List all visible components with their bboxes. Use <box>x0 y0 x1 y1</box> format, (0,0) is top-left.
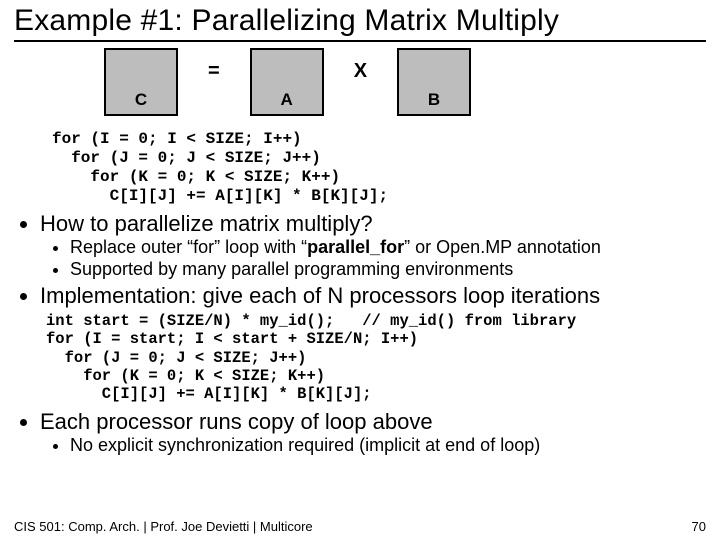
code-block-serial: for (I = 0; I < SIZE; I++) for (J = 0; J… <box>52 130 706 206</box>
parallel-for-keyword: parallel_for <box>307 237 404 257</box>
sub-no-sync: No explicit synchronization required (im… <box>70 435 706 456</box>
matrix-diagram: C = A X B <box>104 48 706 126</box>
times-op: X <box>324 60 397 83</box>
bullet-each-proc-text: Each processor runs copy of loop above <box>40 409 433 434</box>
bullet-each-proc-sub: No explicit synchronization required (im… <box>48 435 706 456</box>
sub-replace: Replace outer “for” loop with “parallel_… <box>70 237 706 258</box>
page-number: 70 <box>692 519 706 534</box>
matrix-c: C <box>104 48 178 116</box>
bullet-parallelize-sub: Replace outer “for” loop with “parallel_… <box>48 237 706 279</box>
slide-title: Example #1: Parallelizing Matrix Multipl… <box>14 4 706 38</box>
footer: CIS 501: Comp. Arch. | Prof. Joe Deviett… <box>14 519 706 534</box>
title-rule <box>14 40 706 42</box>
matrix-a: A <box>250 48 324 116</box>
bullet-implementation-text: Implementation: give each of N processor… <box>40 283 600 308</box>
sub-supported: Supported by many parallel programming e… <box>70 259 706 280</box>
matrix-c-label: C <box>135 90 147 110</box>
sub-replace-b: ” or Open.MP annotation <box>404 237 601 257</box>
matrix-b: B <box>397 48 471 116</box>
code-block-parallel: int start = (SIZE/N) * my_id(); // my_id… <box>46 312 706 403</box>
bullet-parallelize-text: How to parallelize matrix multiply? <box>40 211 373 236</box>
sub-replace-a: Replace outer “for” loop with “ <box>70 237 307 257</box>
bullet-list: How to parallelize matrix multiply? Repl… <box>26 212 706 456</box>
equals-op: = <box>178 60 250 83</box>
bullet-each-proc: Each processor runs copy of loop above N… <box>40 410 706 456</box>
footer-left: CIS 501: Comp. Arch. | Prof. Joe Deviett… <box>14 519 313 534</box>
matrix-a-label: A <box>281 90 293 110</box>
bullet-implementation: Implementation: give each of N processor… <box>40 284 706 404</box>
bullet-parallelize: How to parallelize matrix multiply? Repl… <box>40 212 706 280</box>
matrix-b-label: B <box>428 90 440 110</box>
